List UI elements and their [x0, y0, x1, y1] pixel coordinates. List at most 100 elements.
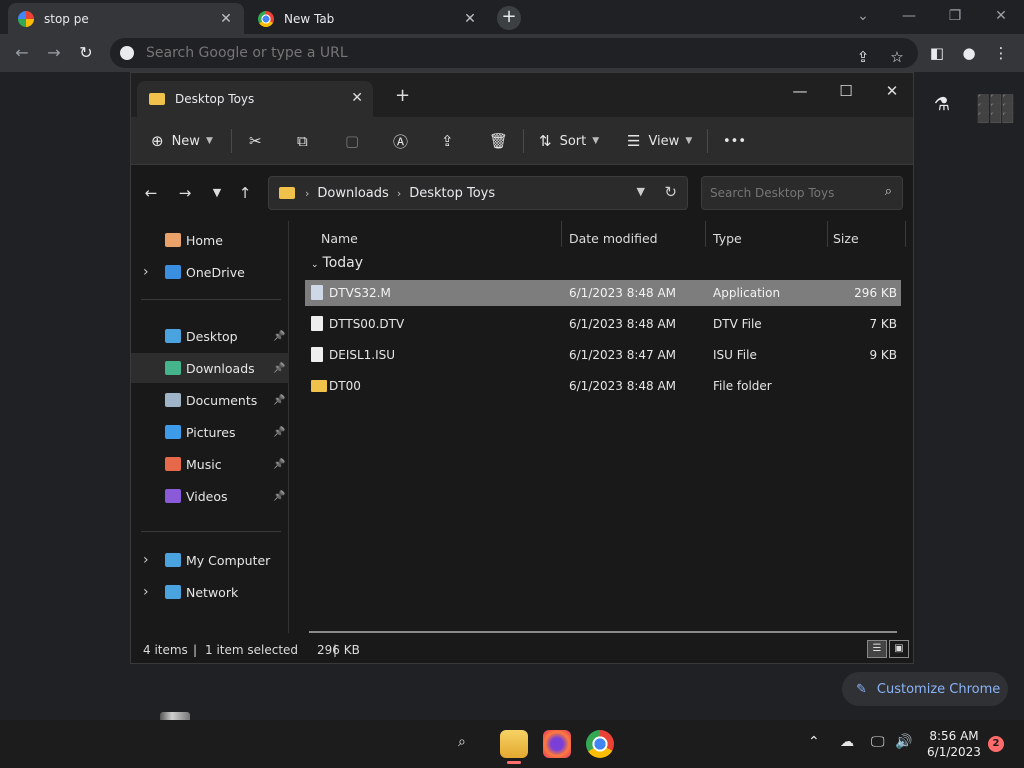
file-row[interactable]: DEISL1.ISU 6/1/2023 8:47 AM ISU File 9 KB — [305, 342, 901, 368]
column-header-name[interactable]: Name — [321, 227, 358, 251]
navigation-pane: Home › OneDrive Desktop 📌 Downloads 📌 Documents… — [131, 221, 289, 633]
menu-icon[interactable]: ⋮ — [988, 40, 1014, 66]
explorer-search-input[interactable] — [710, 186, 870, 200]
group-header-today[interactable]: ⌄ Today — [311, 255, 363, 271]
customize-chrome-button[interactable]: ✎ Customize Chrome — [842, 672, 1008, 706]
star-icon[interactable]: ☆ — [884, 44, 910, 70]
copy-button[interactable]: ⧉ — [297, 127, 316, 155]
sidebar-item-label: Home — [186, 232, 223, 248]
paste-button[interactable]: ▢ — [345, 127, 367, 155]
omnibox[interactable]: ⇪ ☆ — [110, 38, 918, 68]
rename-button[interactable]: Ⓐ — [393, 127, 416, 155]
pin-icon: 📌 — [273, 490, 286, 502]
explorer-forward-button[interactable]: → — [173, 181, 197, 205]
cut-button[interactable]: ✂ — [249, 127, 270, 155]
sidebar-item-desktop[interactable]: Desktop 📌 — [131, 321, 289, 351]
sidebar-item-home[interactable]: Home — [131, 225, 289, 255]
browser-minimize-button[interactable]: — — [886, 4, 932, 28]
browser-tab-2[interactable]: New Tab ✕ — [248, 3, 488, 34]
file-row[interactable]: DTTS00.DTV 6/1/2023 8:48 AM DTV File 7 KB — [305, 311, 901, 337]
explorer-new-tab-button[interactable]: + — [395, 85, 410, 106]
tab-close-icon[interactable]: ✕ — [218, 11, 234, 27]
labs-icon[interactable]: ⚗ — [929, 92, 955, 118]
side-panel-icon[interactable]: ◧ — [924, 40, 950, 66]
breadcrumb-desktop-toys[interactable]: Desktop Toys — [409, 186, 495, 201]
sidebar-item-label: Videos — [186, 488, 228, 504]
more-options-button[interactable]: ••• — [723, 127, 746, 155]
share-icon[interactable]: ⇪ — [850, 44, 876, 70]
pin-icon: 📌 — [273, 394, 286, 406]
browser-close-button[interactable]: ✕ — [978, 4, 1024, 28]
horizontal-scrollbar[interactable] — [309, 631, 897, 633]
google-icon — [120, 46, 134, 60]
tray-chevron-icon[interactable]: ⌃ — [808, 734, 820, 750]
browser-toolbar: ← → ↻ ⇪ ☆ ◧ ● ⋮ — [0, 34, 1024, 72]
explorer-search-box[interactable]: ⌕ — [701, 176, 903, 210]
chrome-taskbar-icon[interactable] — [586, 730, 614, 758]
reload-button[interactable]: ↻ — [73, 40, 99, 66]
apps-grid-icon[interactable]: ⬛⬛⬛ ⬛⬛⬛ ⬛⬛⬛ — [977, 92, 1014, 124]
sidebar-item-my-computer[interactable]: › My Computer — [131, 545, 289, 575]
sidebar-item-music[interactable]: Music 📌 — [131, 449, 289, 479]
tiles-view-button[interactable]: ▣ — [889, 640, 909, 658]
details-view-button[interactable]: ☰ — [867, 640, 887, 658]
file-explorer-taskbar-icon[interactable] — [500, 730, 528, 764]
up-button[interactable]: ↑ — [233, 181, 257, 205]
new-tab-button[interactable]: + — [497, 6, 521, 30]
address-bar[interactable]: › Downloads › Desktop Toys ▼ ↻ — [268, 176, 688, 210]
sidebar-item-documents[interactable]: Documents 📌 — [131, 385, 289, 415]
paste-icon: ▢ — [345, 132, 360, 150]
address-dropdown-icon[interactable]: ▼ — [637, 185, 645, 198]
column-separator[interactable] — [827, 221, 828, 247]
selection-count: 1 item selected — [205, 643, 299, 657]
view-button[interactable]: ☰ View ▼ — [627, 127, 692, 155]
sidebar-item-videos[interactable]: Videos 📌 — [131, 481, 289, 511]
refresh-icon[interactable]: ↻ — [664, 183, 677, 201]
back-button[interactable]: ← — [9, 40, 35, 66]
sidebar-item-network[interactable]: › Network — [131, 577, 289, 607]
firefox-taskbar-icon[interactable] — [543, 730, 571, 758]
browser-restore-button[interactable]: ❐ — [932, 4, 978, 28]
delete-button[interactable]: 🗑 — [489, 127, 516, 155]
expand-chevron-icon[interactable]: › — [143, 264, 149, 280]
file-row[interactable]: DT00 6/1/2023 8:48 AM File folder — [305, 373, 901, 399]
search-icon[interactable]: ⌕ — [458, 734, 466, 750]
notification-badge[interactable]: 2 — [988, 736, 1004, 752]
browser-tab-1[interactable]: stop pe ✕ — [8, 3, 244, 34]
column-separator[interactable] — [905, 221, 906, 247]
volume-icon[interactable]: 🔊 — [895, 734, 912, 750]
new-button[interactable]: ⊕ New ▼ — [151, 127, 213, 155]
cloud-offline-icon[interactable]: ☁ — [840, 734, 854, 750]
sort-button[interactable]: ⇅ Sort ▼ — [539, 127, 599, 155]
explorer-tab[interactable]: Desktop Toys ✕ — [137, 81, 373, 117]
desktop-icon — [165, 329, 181, 343]
column-header-size[interactable]: Size — [833, 227, 859, 251]
profile-icon[interactable]: ● — [956, 40, 982, 66]
expand-chevron-icon[interactable]: › — [143, 584, 149, 600]
column-separator[interactable] — [705, 221, 706, 247]
taskbar-clock[interactable]: 8:56 AM 6/1/2023 — [916, 728, 992, 760]
share-button[interactable]: ⇪ — [441, 127, 462, 155]
file-list: Name Date modified Type Size ⌄ Today DTVS… — [291, 221, 913, 633]
file-row[interactable]: DTVS32.M 6/1/2023 8:48 AM Application 296 K… — [305, 280, 901, 306]
recent-locations-chevron-icon[interactable]: ▼ — [205, 181, 229, 205]
explorer-maximize-button[interactable]: ☐ — [823, 77, 869, 105]
explorer-back-button[interactable]: ← — [139, 181, 163, 205]
explorer-minimize-button[interactable]: — — [777, 77, 823, 105]
expand-chevron-icon[interactable]: › — [143, 552, 149, 568]
tab-close-icon[interactable]: ✕ — [462, 11, 478, 27]
copy-icon: ⧉ — [297, 132, 308, 150]
omnibox-input[interactable] — [146, 45, 826, 61]
breadcrumb-downloads[interactable]: Downloads — [317, 186, 388, 201]
sidebar-item-pictures[interactable]: Pictures 📌 — [131, 417, 289, 447]
column-header-date[interactable]: Date modified — [569, 227, 658, 251]
sidebar-item-downloads[interactable]: Downloads 📌 — [131, 353, 289, 383]
column-header-type[interactable]: Type — [713, 227, 742, 251]
column-separator[interactable] — [561, 221, 562, 247]
explorer-tab-close-icon[interactable]: ✕ — [351, 90, 363, 106]
explorer-close-button[interactable]: ✕ — [869, 77, 915, 105]
network-icon[interactable]: 🖵 — [871, 734, 885, 750]
sidebar-item-onedrive[interactable]: › OneDrive — [131, 257, 289, 287]
tab-search-icon[interactable]: ⌄ — [840, 4, 886, 28]
forward-button[interactable]: → — [41, 40, 67, 66]
